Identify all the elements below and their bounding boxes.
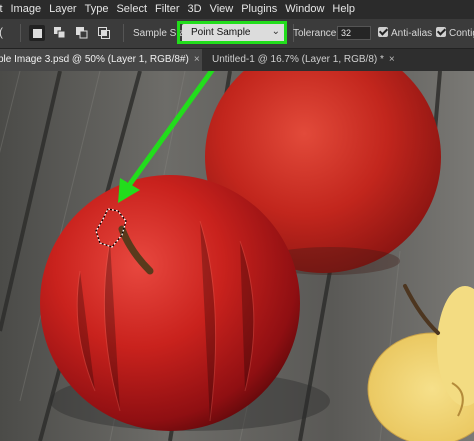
document-canvas[interactable] <box>0 71 474 441</box>
tool-preset-picker[interactable]: ( <box>0 25 3 39</box>
contiguous-label: Contig <box>449 28 474 39</box>
close-icon[interactable]: × <box>389 54 395 65</box>
menu-help[interactable]: Help <box>328 0 359 19</box>
sample-size-dropdown[interactable]: Point Sample ⌄ <box>182 24 286 43</box>
menu-layer[interactable]: Layer <box>45 0 81 19</box>
intersect-selection-icon <box>98 27 110 39</box>
tolerance-input[interactable]: 32 <box>337 26 371 40</box>
tolerance-label: Tolerance: <box>293 28 340 39</box>
menu-filter[interactable]: Filter <box>151 0 183 19</box>
new-selection-button[interactable] <box>29 25 45 41</box>
menu-3d[interactable]: 3D <box>184 0 206 19</box>
chevron-down-icon: ⌄ <box>271 26 280 37</box>
menu-bar: it Image Layer Type Select Filter 3D Vie… <box>0 0 474 19</box>
antialias-label: Anti-alias <box>391 28 433 39</box>
menu-view[interactable]: View <box>206 0 238 19</box>
sample-size-value: Point Sample <box>191 27 251 38</box>
antialias-checkbox[interactable] <box>378 27 388 37</box>
tab-sample-image[interactable]: ple Image 3.psd @ 50% (Layer 1, RGB/8#) × <box>0 49 202 71</box>
intersect-selection-button[interactable] <box>96 25 112 41</box>
tab-label: ple Image 3.psd @ 50% (Layer 1, RGB/8#) <box>0 54 189 65</box>
annotation-arrow <box>118 71 215 203</box>
tab-untitled[interactable]: Untitled-1 @ 16.7% (Layer 1, RGB/8) * × <box>212 49 474 71</box>
add-selection-icon <box>54 27 66 39</box>
menu-select[interactable]: Select <box>112 0 151 19</box>
divider <box>20 24 21 42</box>
subtract-from-selection-button[interactable] <box>74 25 90 41</box>
menu-type[interactable]: Type <box>81 0 113 19</box>
document-tabs: ple Image 3.psd @ 50% (Layer 1, RGB/8#) ×… <box>0 49 474 71</box>
add-to-selection-button[interactable] <box>52 25 68 41</box>
close-icon[interactable]: × <box>194 54 200 65</box>
menu-window[interactable]: Window <box>281 0 328 19</box>
menu-image[interactable]: Image <box>7 0 46 19</box>
divider <box>123 24 124 42</box>
new-selection-icon <box>33 29 42 38</box>
sample-size-label: Sample Size <box>133 28 190 39</box>
tab-label: Untitled-1 @ 16.7% (Layer 1, RGB/8) * <box>212 54 384 65</box>
contiguous-checkbox[interactable] <box>436 27 446 37</box>
menu-plugins[interactable]: Plugins <box>237 0 281 19</box>
options-bar: ( Sample Size Point Sample ⌄ Tolerance: … <box>0 19 474 49</box>
subtract-selection-icon <box>76 27 88 39</box>
